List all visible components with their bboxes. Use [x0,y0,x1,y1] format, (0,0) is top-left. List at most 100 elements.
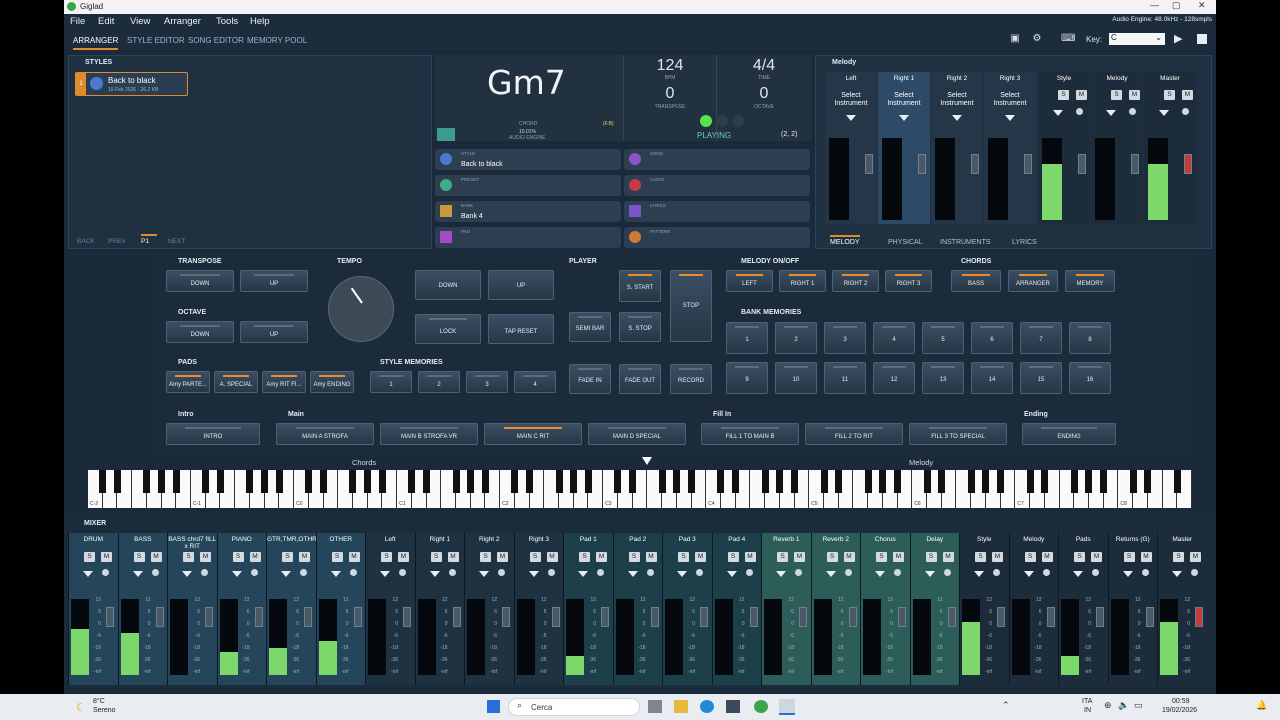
solo-button[interactable]: S [1111,90,1122,100]
solo-button[interactable]: S [826,552,838,562]
black-key[interactable] [305,470,313,493]
pan-knob[interactable] [1191,569,1198,576]
bank-memory-3[interactable]: 3 [824,322,866,354]
black-key[interactable] [879,470,887,493]
black-key[interactable] [997,470,1005,493]
black-key[interactable] [938,470,946,493]
pan-knob[interactable] [300,569,307,576]
dropdown-icon[interactable] [281,571,291,577]
dropdown-icon[interactable] [231,571,242,577]
bank-memory-8[interactable]: 8 [1069,322,1111,354]
octave-down-button[interactable]: DOWN [166,321,234,343]
battery-icon[interactable]: ▭ [1134,700,1143,711]
dropdown-icon[interactable] [83,571,93,577]
solo-button[interactable]: S [727,552,739,562]
dropdown-icon[interactable] [429,571,440,577]
tempo-down-button[interactable]: DOWN [415,270,481,300]
select-instrument-button[interactable]: Select Instrument [933,92,981,108]
bank-memory-4[interactable]: 4 [873,322,915,354]
mute-button[interactable]: M [1076,90,1087,100]
solo-button[interactable]: S [282,552,293,562]
mute-button[interactable]: M [1129,90,1140,100]
mute-button[interactable]: M [546,552,558,562]
chords-memory-button[interactable]: MEMORY [1065,270,1115,292]
melody-tab-instruments[interactable]: INSTRUMENTS [940,239,991,246]
black-key[interactable] [717,470,725,493]
fill-1-button[interactable]: FILL 1 TO MAIN B [701,423,799,445]
volume-fader[interactable] [848,607,857,627]
volume-fader[interactable] [1195,607,1203,627]
fill-2-button[interactable]: FILL 2 TO RIT [805,423,903,445]
tab-style-editor[interactable]: STYLE EDITOR [127,36,185,45]
black-key[interactable] [658,470,666,493]
black-key[interactable] [349,470,357,493]
solo-button[interactable]: S [133,552,145,562]
volume-fader[interactable] [997,607,1005,627]
volume-fader[interactable] [1024,154,1032,174]
dropdown-icon[interactable] [578,571,588,577]
volume-icon[interactable]: 🔈 [1118,700,1129,711]
black-key[interactable] [614,470,622,493]
black-key[interactable] [1129,470,1137,493]
bank-memory-7[interactable]: 7 [1020,322,1062,354]
chords-bass-button[interactable]: BASS [951,270,1001,292]
mute-button[interactable]: M [200,552,211,562]
dropdown-icon[interactable] [1172,571,1182,577]
pan-knob[interactable] [1182,108,1189,115]
black-key[interactable] [967,470,975,493]
volume-fader[interactable] [1131,154,1139,174]
volume-fader[interactable] [700,607,708,627]
black-key[interactable] [172,470,180,493]
style-memory-1[interactable]: 1 [370,371,412,393]
volume-fader[interactable] [865,154,873,174]
black-key[interactable] [423,470,431,493]
black-key[interactable] [467,470,475,493]
mute-button[interactable]: M [348,552,360,562]
black-key[interactable] [555,470,563,493]
volume-fader[interactable] [1046,607,1055,627]
pan-knob[interactable] [399,569,406,576]
pan-knob[interactable] [151,569,159,576]
main-d-button[interactable]: MAIN D SPECIAL [588,423,686,445]
solo-button[interactable]: S [1164,90,1175,100]
black-key[interactable] [378,470,386,493]
language[interactable]: ITA [1082,698,1092,705]
pan-knob[interactable] [597,569,604,576]
volume-fader[interactable] [551,607,560,627]
pan-knob[interactable] [498,569,505,576]
pan-knob[interactable] [1129,108,1136,115]
pan-knob[interactable] [696,569,703,576]
black-key[interactable] [673,470,681,493]
styles-page[interactable]: P1 [141,234,157,245]
pad-button-4[interactable]: Amy ENDING [310,371,354,393]
pan-knob[interactable] [795,569,802,576]
volume-fader[interactable] [1078,154,1086,174]
volume-fader[interactable] [947,607,956,627]
task-view-icon[interactable] [648,700,662,713]
pan-knob[interactable] [1092,569,1099,576]
dropdown-icon[interactable] [1023,571,1034,577]
mute-button[interactable]: M [645,552,657,562]
instrument-dropdown-icon[interactable] [846,115,856,121]
main-a-button[interactable]: MAIN A STROFA [276,423,374,445]
play-icon[interactable]: ▶ [1174,32,1182,45]
black-key[interactable] [732,470,740,493]
edge-icon[interactable] [700,700,714,713]
pan-knob[interactable] [1141,569,1149,576]
network-icon[interactable]: ⊕ [1104,700,1112,711]
solo-button[interactable]: S [628,552,640,562]
style-memory-2[interactable]: 2 [418,371,460,393]
black-key[interactable] [320,470,328,493]
pan-knob[interactable] [1076,108,1083,115]
black-key[interactable] [629,470,637,493]
slot-lyrics[interactable]: LYRICS [624,201,810,222]
black-key[interactable] [1041,470,1049,493]
black-key[interactable] [1070,470,1078,493]
bank-memory-12[interactable]: 12 [873,362,915,394]
close-icon[interactable]: ✕ [1198,0,1206,11]
black-key[interactable] [408,470,416,493]
fade-out-button[interactable]: FADE OUT [619,364,661,394]
pan-knob[interactable] [547,569,555,576]
mute-button[interactable]: M [893,552,904,562]
black-key[interactable] [864,470,872,493]
